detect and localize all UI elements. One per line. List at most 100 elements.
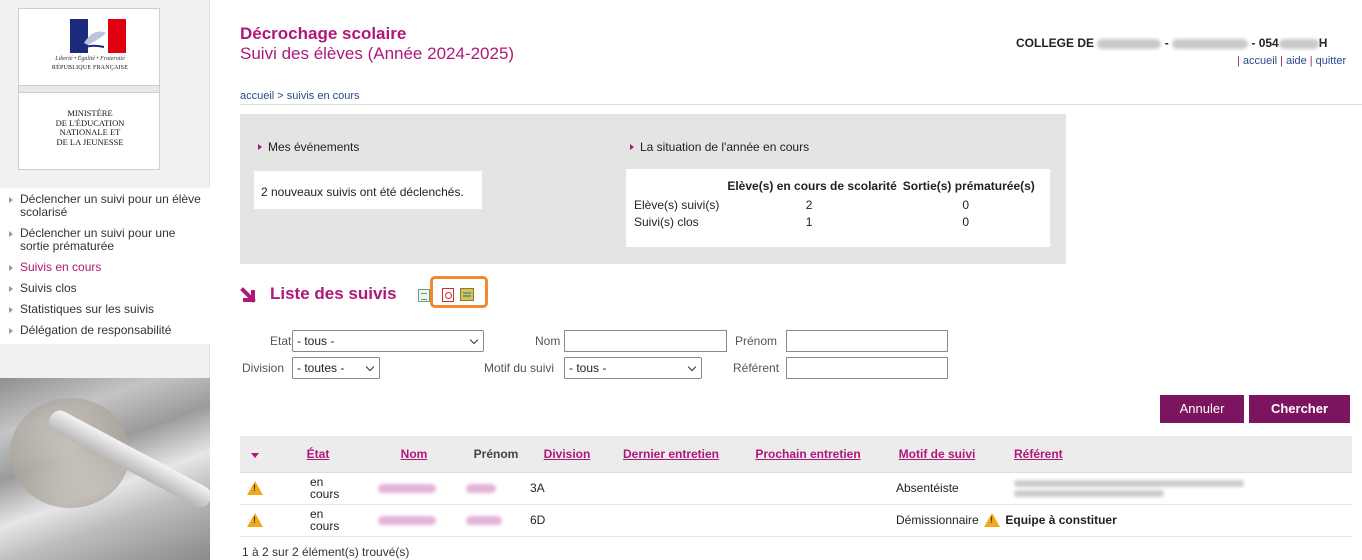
list-title: Liste des suivis [270, 284, 397, 303]
division-value: 3A [530, 481, 545, 495]
redacted-college-city [1172, 38, 1249, 49]
link-aide[interactable]: aide [1286, 55, 1307, 67]
situation-box: Elève(s) en cours de scolarité Sortie(s)… [626, 169, 1050, 247]
situation-value: 1 [805, 215, 813, 229]
triangle-icon [258, 144, 262, 150]
menu-item-declencher-scolarise[interactable]: Déclencher un suivi pour un élève scolar… [0, 188, 210, 222]
col-etat[interactable]: État [270, 436, 366, 473]
bullet-icon [9, 328, 13, 334]
situation-table: Elève(s) en cours de scolarité Sortie(s)… [634, 179, 1037, 231]
redacted-college-code [1278, 38, 1319, 49]
motif-select[interactable]: - tous - [564, 357, 702, 379]
situation-heading-label: La situation de l'année en cours [640, 140, 810, 154]
header-divider [240, 104, 1362, 105]
col-nom[interactable]: Nom [366, 436, 462, 473]
document-export-icon[interactable] [460, 288, 474, 301]
marianne-logo-icon [70, 19, 126, 53]
sidebar-menu: Déclencher un suivi pour un élève scolar… [0, 188, 210, 344]
events-heading: Mes événements [258, 140, 359, 154]
chercher-button[interactable]: Chercher [1249, 395, 1350, 423]
link-quitter[interactable]: quitter [1316, 55, 1347, 67]
prenom-input[interactable] [786, 330, 948, 352]
referent-value: Equipe à constituer [1005, 512, 1117, 527]
nom-input[interactable] [564, 330, 727, 352]
col-referent[interactable]: Référent [996, 436, 1352, 473]
division-select[interactable]: - toutes - [292, 357, 380, 379]
ministry-logo: Liberté • Égalité • Fraternité RÉPUBLIQU… [18, 8, 160, 170]
table-row[interactable]: encours 6D Démissionnaire Equipe à const… [240, 504, 1352, 536]
situation-value: 0 [962, 215, 970, 229]
college-prefix: COLLEGE DE [1016, 36, 1095, 50]
menu-item-label: Déclencher un suivi pour un élève scolar… [20, 192, 201, 219]
menu-item-statistiques[interactable]: Statistiques sur les suivis [0, 298, 210, 319]
excel-export-icon[interactable] [418, 289, 430, 302]
redacted-prenom [466, 484, 496, 494]
bullet-icon [9, 265, 13, 271]
situation-col-sortie: Sortie(s) prématurée(s) [902, 179, 1035, 193]
logo-divider [19, 85, 159, 93]
etat-select[interactable]: - tous - [292, 330, 484, 352]
chevron-down-icon [469, 335, 479, 345]
division-select-value: - toutes - [297, 361, 345, 375]
situation-corner [634, 179, 723, 197]
situation-heading: La situation de l'année en cours [630, 140, 809, 154]
redacted-nom [378, 484, 436, 494]
col-division[interactable]: Division [530, 436, 604, 473]
events-box: 2 nouveaux suivis ont été déclenchés. [254, 171, 482, 209]
redacted-nom [378, 516, 436, 526]
situation-row-label: Elève(s) suivi(s) [634, 198, 720, 212]
etat-select-value: - tous - [297, 334, 335, 348]
summary-panel: Mes événements La situation de l'année e… [240, 114, 1066, 264]
nom-label: Nom [535, 334, 561, 348]
situation-row-label: Suivi(s) clos [634, 215, 699, 229]
link-accueil[interactable]: accueil [1243, 55, 1277, 67]
menu-item-label: Suivis en cours [20, 260, 102, 274]
motif-value: Démissionnaire [896, 512, 979, 527]
col-prochain-entretien[interactable]: Prochain entretien [738, 436, 878, 473]
college-code-suffix: H [1318, 36, 1328, 50]
annuler-button[interactable]: Annuler [1160, 395, 1244, 423]
college-identity: COLLEGE DE - - 054 H [1016, 36, 1328, 50]
bullet-icon [9, 197, 13, 203]
etat-label: Etat [270, 334, 292, 348]
col-prenom: Prénom [462, 436, 530, 473]
chevron-down-icon [365, 362, 375, 372]
redacted-college-name [1097, 38, 1162, 49]
decorative-photo [0, 378, 210, 560]
warning-icon [247, 513, 263, 528]
bullet-icon [9, 307, 13, 313]
referent-input[interactable] [786, 357, 948, 379]
breadcrumb[interactable]: accueil > suivis en cours [240, 90, 360, 102]
college-code-prefix: - 054 [1251, 36, 1279, 50]
logo-republique: RÉPUBLIQUE FRANÇAISE [51, 65, 129, 71]
menu-item-suivis-en-cours[interactable]: Suivis en cours [0, 256, 210, 277]
etat-value: cours [310, 487, 340, 501]
menu-item-label: Déclencher un suivi pour une sortie prém… [20, 226, 176, 253]
menu-item-delegation[interactable]: Délégation de responsabilité [0, 319, 210, 340]
app-subtitle: Suivi des élèves (Année 2024-2025) [240, 44, 515, 63]
etat-value: cours [310, 519, 340, 533]
results-count: 1 à 2 sur 2 élément(s) trouvé(s) [242, 545, 410, 559]
export-icons-highlight [430, 276, 488, 308]
motif-value: Absentéiste [896, 481, 959, 495]
menu-item-declencher-sortie[interactable]: Déclencher un suivi pour une sortie prém… [0, 222, 210, 256]
menu-item-suivis-clos[interactable]: Suivis clos [0, 277, 210, 298]
prenom-label: Prénom [735, 334, 778, 348]
events-message: 2 nouveaux suivis ont été déclenchés. [261, 185, 464, 199]
chevron-down-icon [687, 362, 697, 372]
situation-value: 0 [962, 198, 970, 212]
situation-col-scolarite: Elève(s) en cours de scolarité [727, 179, 897, 193]
situation-value: 2 [805, 198, 813, 212]
referent-label: Référent [733, 361, 780, 375]
pdf-export-icon[interactable] [442, 288, 454, 302]
logo-ministere: MINISTÈRE DE L'ÉDUCATION NATIONALE ET DE… [55, 108, 125, 147]
col-motif[interactable]: Motif de suivi [878, 436, 996, 473]
triangle-icon [630, 144, 634, 150]
redacted-referent-line [1014, 479, 1244, 487]
sort-column[interactable] [240, 436, 270, 473]
col-dernier-entretien[interactable]: Dernier entretien [604, 436, 738, 473]
table-row[interactable]: encours 3A Absentéiste [240, 472, 1352, 504]
motif-select-value: - tous - [569, 361, 607, 375]
logo-devise: Liberté • Égalité • Fraternité [55, 56, 125, 62]
warning-icon [247, 481, 263, 496]
